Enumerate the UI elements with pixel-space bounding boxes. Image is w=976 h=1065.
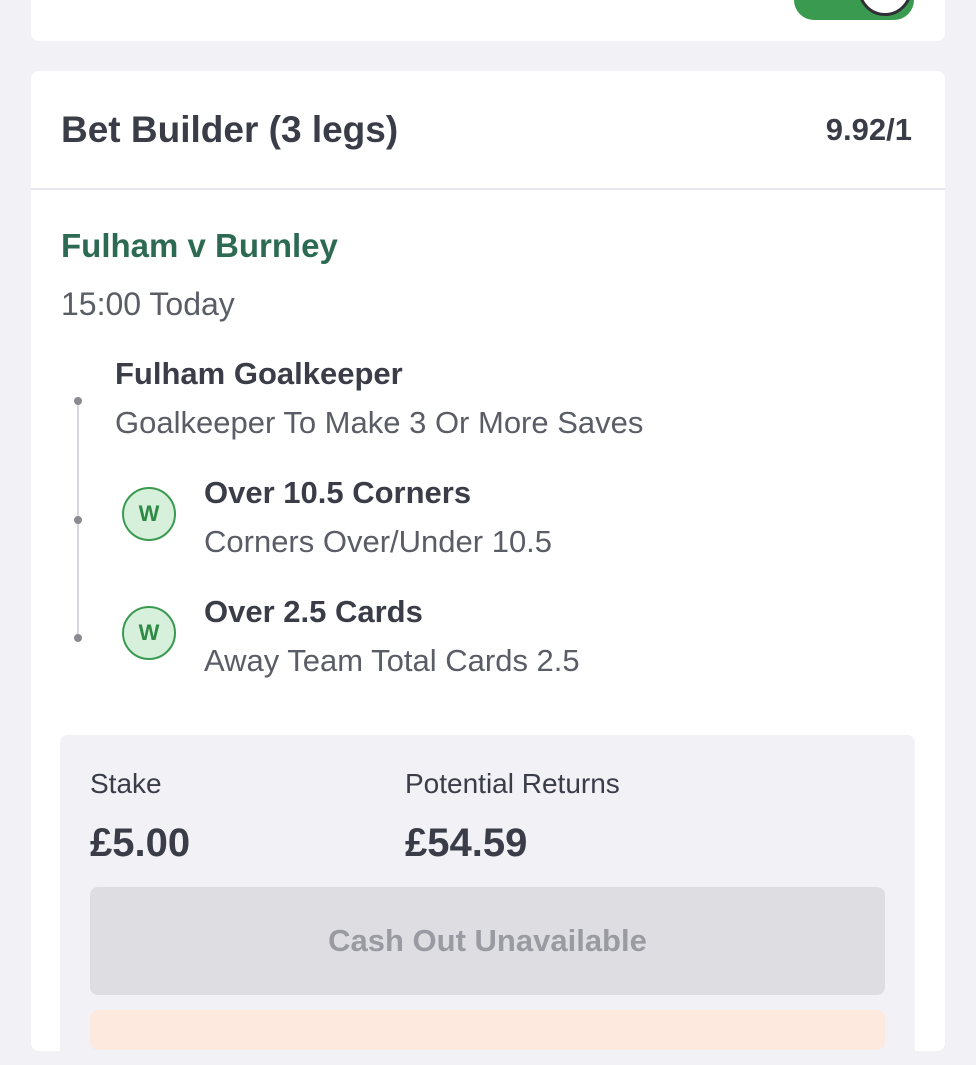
stake-label: Stake: [90, 768, 162, 799]
win-badge-icon: W: [122, 487, 176, 541]
toggle-switch[interactable]: [794, 0, 914, 20]
leg-2-title: Over 10.5 Corners: [204, 475, 472, 510]
match-name[interactable]: Fulham v Burnley: [61, 227, 338, 265]
leg-3-subtitle: Away Team Total Cards 2.5: [204, 643, 580, 678]
potential-returns-value: £54.59: [405, 821, 528, 865]
stake-value: £5.00: [90, 821, 191, 865]
toggle-knob: [858, 0, 912, 16]
leg-2-subtitle: Corners Over/Under 10.5: [204, 524, 553, 559]
timeline-dot: [74, 634, 82, 642]
bet-card: Bet Builder (3 legs) 9.92/1 Fulham v Bur…: [31, 71, 945, 1065]
bet-header[interactable]: Bet Builder (3 legs) 9.92/1: [31, 71, 945, 190]
info-banner: [90, 1010, 885, 1050]
timeline-dot: [74, 397, 82, 405]
potential-returns-label: Potential Returns: [405, 768, 620, 799]
win-badge-icon: W: [122, 606, 176, 660]
leg-3-title: Over 2.5 Cards: [204, 594, 423, 629]
cash-out-button[interactable]: Cash Out Unavailable: [90, 887, 885, 995]
bet-odds: 9.92/1: [825, 112, 912, 147]
leg-1-subtitle: Goalkeeper To Make 3 Or More Saves: [115, 405, 644, 440]
match-time: 15:00 Today: [61, 286, 235, 322]
bet-summary: Stake £5.00 Potential Returns £54.59 Cas…: [60, 735, 915, 1065]
leg-1-title: Fulham Goalkeeper: [115, 356, 403, 391]
bet-title: Bet Builder (3 legs): [61, 109, 399, 150]
timeline-dot: [74, 516, 82, 524]
